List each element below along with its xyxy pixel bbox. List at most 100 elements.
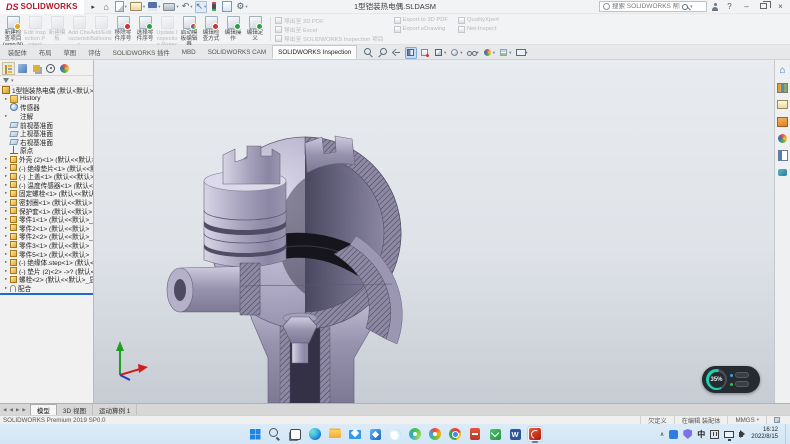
ribbon-button[interactable]: 编辑定义 xyxy=(244,14,266,44)
export-button[interactable]: 导出至 Excel xyxy=(275,25,384,33)
headsup-button[interactable]: ▾ xyxy=(482,47,496,59)
taskbar-icon[interactable] xyxy=(467,426,483,442)
taskbar-icon[interactable] xyxy=(487,426,503,442)
tree-item[interactable]: ▸ 配合 xyxy=(0,284,93,293)
headsup-button[interactable] xyxy=(377,47,389,59)
ime-language-indicator[interactable]: 中 xyxy=(697,429,705,440)
taskbar-icon[interactable] xyxy=(267,426,283,442)
taskbar-icon[interactable] xyxy=(287,426,303,442)
tree-item[interactable]: ▸ 零件1<1> (默认<<默认>_显示状态 xyxy=(0,215,93,224)
commandmanager-tab[interactable]: SOLIDWORKS CAM xyxy=(202,45,272,59)
recorder-button[interactable] xyxy=(735,372,749,378)
manager-tab[interactable] xyxy=(16,62,29,75)
tree-item[interactable]: ▸ 螺栓<2> (默认<<默认>_显示状态 xyxy=(0,275,93,284)
tree-item[interactable]: 前视基准面 xyxy=(0,120,93,129)
taskbar-icon[interactable] xyxy=(247,426,263,442)
manager-tab[interactable] xyxy=(2,62,15,75)
tab-scroll-arrow[interactable]: ◀ xyxy=(8,407,13,413)
ribbon-button[interactable]: Add/Edit Balloons xyxy=(90,14,112,44)
ribbon-button[interactable]: Edit Inspection Project xyxy=(24,14,46,44)
headsup-button[interactable]: ▾ xyxy=(498,47,512,59)
search-box[interactable]: ▾ xyxy=(599,1,707,12)
manager-tab[interactable] xyxy=(30,62,43,75)
task-pane-tab[interactable] xyxy=(777,82,788,93)
login-icon[interactable] xyxy=(711,3,719,11)
status-tag[interactable] xyxy=(766,416,787,424)
quick-access-button[interactable]: ▾ xyxy=(162,1,179,13)
quick-access-button[interactable]: ▸ xyxy=(88,1,100,13)
tab-scroll-arrow[interactable]: ◀ xyxy=(2,407,7,413)
ribbon-button[interactable]: 移除零件序号 xyxy=(112,14,134,44)
tree-item[interactable]: ▸ History xyxy=(0,95,93,104)
headsup-button[interactable] xyxy=(391,47,403,59)
search-input[interactable] xyxy=(612,3,680,10)
tree-item[interactable]: 上视基准面 xyxy=(0,129,93,138)
headsup-button[interactable]: ▾ xyxy=(514,47,528,59)
tree-item[interactable]: ▸ (-) 垫片 (2)<2> ->? (默认<<默认> xyxy=(0,266,93,275)
ribbon-button[interactable]: 编辑操作 xyxy=(222,14,244,44)
manager-tab[interactable] xyxy=(44,62,57,75)
headsup-button[interactable]: ▾ xyxy=(466,47,480,59)
export-button[interactable]: Net-Inspect xyxy=(458,25,499,33)
document-tab[interactable]: 运动算例 1 xyxy=(93,404,137,415)
headsup-button[interactable]: ▾ xyxy=(433,47,447,59)
task-pane-tab[interactable] xyxy=(777,133,788,144)
headsup-button[interactable]: ▾ xyxy=(449,47,463,59)
commandmanager-tab[interactable]: 布局 xyxy=(33,45,58,59)
recorder-button[interactable] xyxy=(735,381,749,387)
tree-item[interactable]: ▸ 零件5<1> (默认<<默认>_显示状态 xyxy=(0,249,93,258)
taskbar-clock[interactable]: 16:12 2022/8/15 xyxy=(751,427,778,441)
shield-icon[interactable] xyxy=(683,429,692,439)
minimize-button[interactable]: – xyxy=(740,1,753,13)
export-button[interactable]: Export eDrawing xyxy=(394,25,448,33)
commandmanager-tab[interactable]: SOLIDWORKS Inspection xyxy=(272,45,357,59)
document-tab[interactable]: 3D 视图 xyxy=(57,404,93,415)
volume-icon[interactable] xyxy=(739,432,743,437)
screen-recorder-overlay[interactable]: 35% xyxy=(702,366,760,393)
taskbar-icon[interactable] xyxy=(407,426,423,442)
taskbar-icon[interactable] xyxy=(367,426,383,442)
tab-scroll-arrow[interactable]: ▶ xyxy=(21,407,26,413)
ribbon-button[interactable]: Update Inspection Project xyxy=(156,14,178,44)
task-pane-tab[interactable] xyxy=(777,65,788,76)
tree-item[interactable]: 右视基准面 xyxy=(0,138,93,147)
taskbar-icon[interactable] xyxy=(527,426,543,442)
filter-icon[interactable] xyxy=(3,78,9,83)
quick-access-button[interactable]: ⚙ ▾ xyxy=(235,1,248,13)
status-units[interactable]: MMGS ▾ xyxy=(727,416,766,424)
filter-caret-icon[interactable]: ▾ xyxy=(11,78,14,84)
ribbon-button[interactable]: 选择零件序号 xyxy=(134,14,156,44)
viewport[interactable]: 35% xyxy=(94,60,774,403)
search-icon[interactable] xyxy=(682,4,688,10)
quick-access-button[interactable] xyxy=(221,1,234,13)
display-tray-icon[interactable] xyxy=(724,431,734,438)
show-desktop-button[interactable] xyxy=(785,424,787,444)
taskbar-icon[interactable] xyxy=(327,426,343,442)
tree-item[interactable]: ▸ 固定螺栓<1> (默认<<默认>_显示 xyxy=(0,189,93,198)
quick-access-button[interactable]: ↖ ▾ xyxy=(195,1,208,13)
taskbar-icon[interactable] xyxy=(387,426,403,442)
rollback-bar[interactable] xyxy=(0,293,93,295)
taskbar-icon[interactable] xyxy=(307,426,323,442)
tree-item[interactable]: ▸ (-) 上盖<1> (默认<<默认>_显示状 xyxy=(0,172,93,181)
tree-item[interactable]: ▸ 密封圈<1> (默认<<默认>_显示状 xyxy=(0,198,93,207)
task-pane-tab[interactable] xyxy=(777,99,788,110)
tree-item[interactable]: ▸ (-) 绝缘垫片<1> (默认<<默认>_显 xyxy=(0,163,93,172)
close-button[interactable]: × xyxy=(774,1,787,13)
tree-item[interactable]: ▸ (-) 温度传感器<1> (默认<<默认>_ xyxy=(0,181,93,190)
ribbon-button[interactable]: 新建检查项目 (amp;N) xyxy=(2,14,24,44)
hidden-icons-chevron[interactable]: ∧ xyxy=(660,431,664,438)
commandmanager-tab[interactable]: MBD xyxy=(176,45,202,59)
headsup-button[interactable] xyxy=(405,47,417,59)
quick-access-button[interactable]: ⌂ xyxy=(101,1,113,13)
ribbon-button[interactable]: Add Characteristic xyxy=(68,14,90,44)
quick-access-button[interactable]: ▾ xyxy=(147,1,161,13)
tree-root-item[interactable]: 1型铠装热电偶 (默认<默认>_显示状态-1 xyxy=(0,86,93,95)
commandmanager-tab[interactable]: 评估 xyxy=(82,45,107,59)
ribbon-button[interactable]: 启动模板编辑器 xyxy=(178,14,200,44)
ribbon-button[interactable]: 编辑检查方式 xyxy=(200,14,222,44)
commandmanager-tab[interactable]: 装配体 xyxy=(2,45,33,59)
quick-access-button[interactable] xyxy=(208,1,220,13)
task-pane-tab[interactable] xyxy=(777,150,788,161)
tree-item[interactable]: 原点 xyxy=(0,146,93,155)
